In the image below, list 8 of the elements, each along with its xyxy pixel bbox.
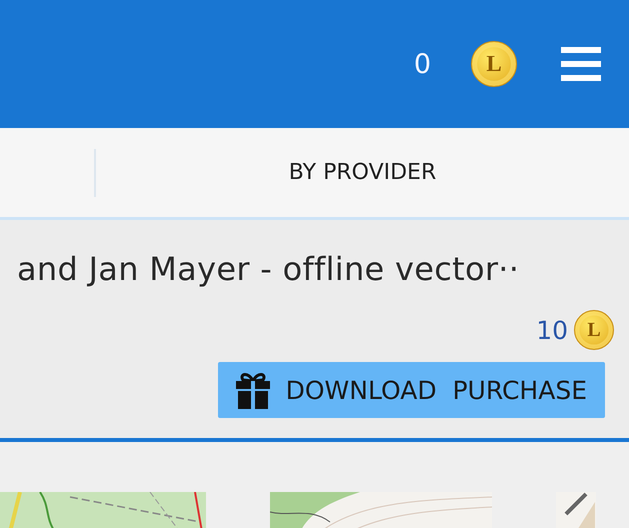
price: 10	[536, 316, 568, 344]
coin-badge: L	[471, 41, 517, 87]
item-title: and Jan Mayer - offline vector··	[17, 250, 520, 288]
coin-count: 0	[414, 48, 431, 80]
coin-badge: L	[574, 310, 614, 350]
menu-icon[interactable]	[561, 47, 601, 81]
download-purchase-button[interactable]: DOWNLOAD PURCHASE	[218, 362, 605, 418]
gift-icon	[234, 371, 272, 409]
